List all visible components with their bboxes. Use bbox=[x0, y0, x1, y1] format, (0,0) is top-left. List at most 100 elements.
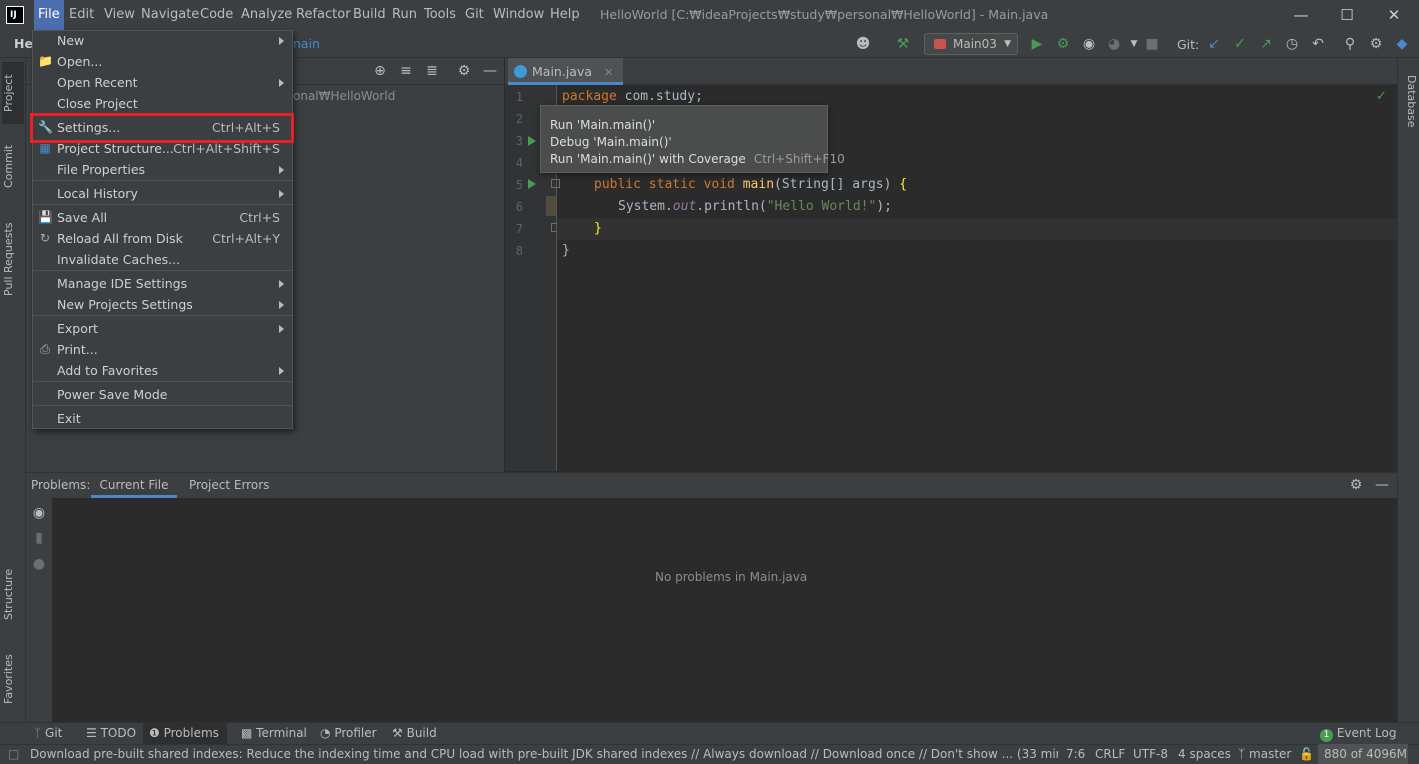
git-branch[interactable]: ᛉ master bbox=[1238, 744, 1291, 764]
tool-tab-project[interactable]: Project bbox=[2, 62, 24, 124]
tool-tab-pull-requests[interactable]: Pull Requests bbox=[2, 214, 24, 304]
line-separator[interactable]: CRLF bbox=[1095, 744, 1125, 764]
build-hammer-icon[interactable]: ⚒ bbox=[893, 34, 913, 54]
panel-minimize-icon[interactable]: — bbox=[480, 61, 500, 81]
code-line-6: System.out.println("Hello World!"); bbox=[618, 199, 892, 214]
lightbulb-icon[interactable]: ● bbox=[29, 554, 49, 574]
file-encoding[interactable]: UTF-8 bbox=[1133, 744, 1168, 764]
settings-gear-icon[interactable]: ⚙ bbox=[1366, 34, 1386, 54]
menu-run[interactable]: Run bbox=[388, 0, 421, 30]
breadcrumb-project[interactable]: He bbox=[14, 36, 33, 51]
indent-setting[interactable]: 4 spaces bbox=[1178, 744, 1231, 764]
caret-position[interactable]: 7:6 bbox=[1066, 744, 1085, 764]
minimize-icon[interactable]: — bbox=[1278, 0, 1324, 30]
fold-icon[interactable] bbox=[551, 179, 560, 188]
run-icon[interactable]: ▶ bbox=[1027, 34, 1047, 54]
status-message[interactable]: Download pre-built shared indexes: Reduc… bbox=[30, 744, 1058, 764]
popup-debug-option[interactable]: Debug 'Main.main()' bbox=[550, 135, 672, 149]
menu-build[interactable]: Build bbox=[349, 0, 390, 30]
hammer-icon: ⚒ bbox=[392, 726, 403, 740]
memory-indicator[interactable]: 880 of 4096M bbox=[1318, 744, 1408, 764]
menu-window[interactable]: Window bbox=[489, 0, 548, 30]
popup-coverage-option[interactable]: Run 'Main.main()' with Coverage Ctrl+Shif… bbox=[550, 152, 845, 166]
debug-icon[interactable]: ⚙ bbox=[1053, 34, 1073, 54]
file-menu-manage-ide-settings[interactable]: Manage IDE Settings bbox=[33, 273, 292, 294]
file-menu-open[interactable]: 📁 Open... bbox=[33, 51, 292, 72]
tool-build[interactable]: ⚒ Build bbox=[386, 722, 443, 744]
run-gutter-icon[interactable] bbox=[528, 179, 536, 189]
problems-gear-icon[interactable]: ⚙ bbox=[1346, 475, 1366, 495]
popup-run-option[interactable]: Run 'Main.main()' bbox=[550, 118, 655, 132]
rollback-icon[interactable]: ↶ bbox=[1308, 34, 1328, 54]
preview-icon[interactable]: ▮ bbox=[29, 528, 49, 548]
tool-todo[interactable]: ☰ TODO bbox=[80, 722, 142, 744]
menu-tools[interactable]: Tools bbox=[420, 0, 460, 30]
file-menu-invalidate-caches[interactable]: Invalidate Caches... bbox=[33, 249, 292, 270]
file-menu-local-history[interactable]: Local History bbox=[33, 183, 292, 204]
tool-tab-commit[interactable]: Commit bbox=[2, 136, 24, 196]
file-menu-reload[interactable]: ↻ Reload All from Disk Ctrl+Alt+Y bbox=[33, 228, 292, 249]
run-gutter-icon[interactable] bbox=[528, 136, 536, 146]
menu-refactor[interactable]: Refactor bbox=[292, 0, 355, 30]
breadcrumb-main[interactable]: nain bbox=[293, 36, 320, 51]
inspection-ok-icon[interactable]: ✓ bbox=[1376, 89, 1387, 104]
menu-git[interactable]: Git bbox=[461, 0, 488, 30]
tab-project-errors[interactable]: Project Errors bbox=[183, 472, 275, 498]
submenu-arrow-icon bbox=[279, 367, 284, 375]
coverage-icon[interactable]: ◉ bbox=[1079, 34, 1099, 54]
menu-help[interactable]: Help bbox=[546, 0, 584, 30]
stop-icon[interactable]: ■ bbox=[1142, 34, 1162, 54]
git-commit-icon[interactable]: ✓ bbox=[1230, 34, 1250, 54]
file-menu-close-project[interactable]: Close Project bbox=[33, 93, 292, 114]
no-problems-message: No problems in Main.java bbox=[655, 570, 808, 584]
tool-profiler[interactable]: ◔ Profiler bbox=[314, 722, 383, 744]
tool-terminal[interactable]: ▩ Terminal bbox=[235, 722, 313, 744]
menu-separator bbox=[33, 315, 292, 316]
panel-gear-icon[interactable]: ⚙ bbox=[454, 61, 474, 81]
file-menu-file-properties[interactable]: File Properties bbox=[33, 159, 292, 180]
status-notification-icon[interactable]: □ bbox=[8, 744, 19, 764]
more-run-chevron-icon[interactable]: ▼ bbox=[1124, 34, 1144, 54]
menu-file[interactable]: File bbox=[34, 0, 64, 30]
tool-tab-structure[interactable]: Structure bbox=[2, 560, 24, 628]
file-menu-new-projects-settings[interactable]: New Projects Settings bbox=[33, 294, 292, 315]
file-menu-exit[interactable]: Exit bbox=[33, 408, 292, 429]
tool-problems[interactable]: ❶ Problems bbox=[143, 722, 227, 744]
menu-edit[interactable]: Edit bbox=[65, 0, 98, 30]
problems-minimize-icon[interactable]: — bbox=[1372, 475, 1392, 495]
project-root-path[interactable]: onal₩HelloWorld bbox=[293, 89, 395, 103]
expand-all-icon[interactable]: ≡ bbox=[396, 61, 416, 81]
file-menu-new[interactable]: New bbox=[33, 30, 292, 51]
file-menu-save-all[interactable]: 💾 Save All Ctrl+S bbox=[33, 207, 292, 228]
tool-event-log[interactable]: 1 Event Log bbox=[1314, 722, 1402, 744]
toolbox-icon[interactable]: ◆ bbox=[1392, 34, 1412, 54]
close-icon[interactable]: ✕ bbox=[1371, 0, 1417, 30]
maximize-icon[interactable]: ☐ bbox=[1324, 0, 1370, 30]
menu-analyze[interactable]: Analyze bbox=[237, 0, 296, 30]
git-push-icon[interactable]: ↗ bbox=[1256, 34, 1276, 54]
collapse-all-icon[interactable]: ≣ bbox=[422, 61, 442, 81]
search-icon[interactable]: ⚲ bbox=[1340, 34, 1360, 54]
tab-current-file[interactable]: Current File bbox=[91, 472, 177, 498]
git-update-icon[interactable]: ↙ bbox=[1204, 34, 1224, 54]
file-menu-open-recent[interactable]: Open Recent bbox=[33, 72, 292, 93]
locate-icon[interactable]: ⊕ bbox=[370, 61, 390, 81]
editor-tab-main-java[interactable]: Main.java ✕ bbox=[508, 58, 624, 85]
file-menu-add-to-favorites[interactable]: Add to Favorites bbox=[33, 360, 292, 381]
tool-tab-favorites[interactable]: Favorites bbox=[2, 644, 24, 714]
profile-icon[interactable]: ◕ bbox=[1104, 34, 1124, 54]
file-menu-print[interactable]: ⎙ Print... bbox=[33, 339, 292, 360]
user-icon[interactable]: ☻ bbox=[853, 34, 873, 54]
menu-navigate[interactable]: Navigate bbox=[137, 0, 203, 30]
eye-icon[interactable]: ◉ bbox=[29, 503, 49, 523]
git-branch-icon: ᛉ bbox=[34, 726, 42, 740]
file-menu-export[interactable]: Export bbox=[33, 318, 292, 339]
tool-git[interactable]: ᛉ Git bbox=[28, 722, 68, 744]
menu-view[interactable]: View bbox=[100, 0, 139, 30]
file-menu-power-save-mode[interactable]: Power Save Mode bbox=[33, 384, 292, 405]
tab-close-icon[interactable]: ✕ bbox=[604, 66, 613, 79]
lock-icon[interactable]: 🔓 bbox=[1299, 744, 1314, 764]
history-icon[interactable]: ◷ bbox=[1282, 34, 1302, 54]
tool-tab-database[interactable]: Database bbox=[1398, 66, 1418, 136]
menu-code[interactable]: Code bbox=[196, 0, 237, 30]
